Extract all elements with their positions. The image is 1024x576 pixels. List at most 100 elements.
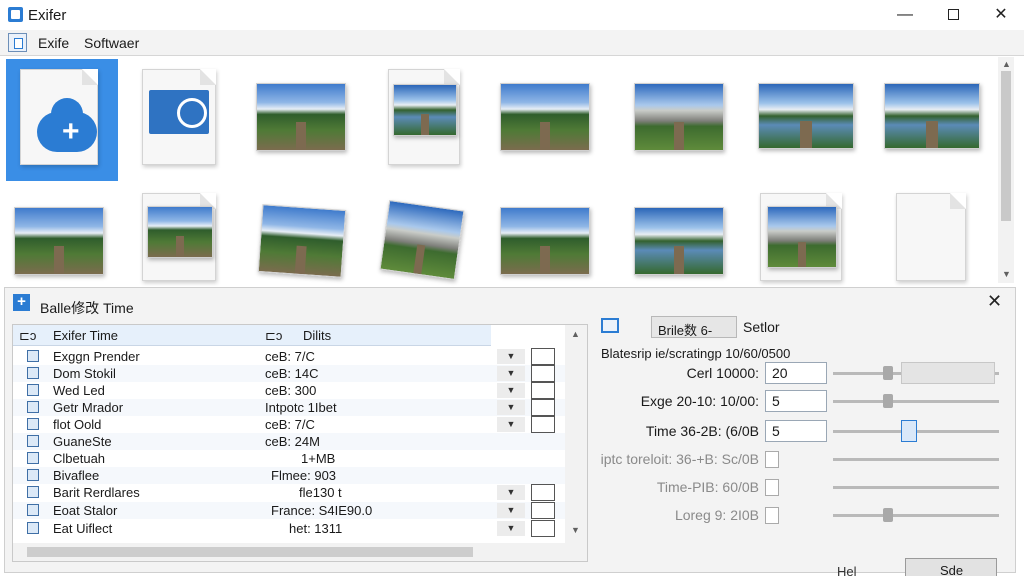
photo-thumbnail[interactable] <box>379 200 465 280</box>
scroll-up-icon[interactable]: ▲ <box>571 329 580 339</box>
photo-thumbnail[interactable] <box>760 193 842 281</box>
photo-thumbnail[interactable] <box>142 193 216 281</box>
row-checkbox[interactable] <box>531 520 555 537</box>
row-checkbox[interactable] <box>531 399 555 416</box>
maximize-button[interactable] <box>930 0 976 30</box>
photo-thumbnail[interactable] <box>634 207 724 275</box>
slider-track[interactable] <box>833 486 999 489</box>
table-scrollbar[interactable]: ▲ ▼ <box>565 325 587 561</box>
row-name: Dom Stokil <box>53 366 116 381</box>
menu-exife[interactable]: Exife <box>38 35 69 51</box>
setting-input[interactable]: 5 <box>765 420 827 442</box>
slider-knob[interactable] <box>883 394 893 408</box>
row-name: Exggn Prender <box>53 349 140 364</box>
row-dropdown[interactable]: ▼ <box>497 383 525 398</box>
row-name: Wed Led <box>53 383 105 398</box>
row-name: Barit Rerdlares <box>53 485 140 500</box>
setting-row: Loreg 9: 2I0B <box>595 504 1005 526</box>
row-name: GuaneSte <box>53 434 112 449</box>
scrollbar-thumb[interactable] <box>1001 71 1011 221</box>
row-checkbox[interactable] <box>531 382 555 399</box>
scroll-up-icon[interactable]: ▲ <box>1002 59 1011 69</box>
file-icon <box>27 350 39 362</box>
table-row[interactable]: Getr Mrador Intpotc 1Ibet ▼ <box>13 399 565 416</box>
panel-title: Balle修改 Time <box>40 300 134 316</box>
photo-thumbnail[interactable] <box>884 83 980 149</box>
table-row[interactable]: Eoat Stalor France: S4IE90.0 ▼ <box>13 502 565 519</box>
row-value: ceB: 7/C <box>265 417 315 432</box>
slider-track[interactable] <box>833 400 999 403</box>
setting-dropdown[interactable] <box>901 362 995 384</box>
row-value: fle130 t <box>299 485 342 500</box>
table-row[interactable]: Bivaflee Flmee: 903 <box>13 467 565 484</box>
photo-thumbnail[interactable] <box>256 83 346 151</box>
column-header-details[interactable]: Dilits <box>303 328 331 343</box>
photo-thumbnail[interactable] <box>388 69 460 165</box>
row-checkbox[interactable] <box>531 348 555 365</box>
row-dropdown[interactable]: ▼ <box>497 417 525 432</box>
setting-label: iptc toreloit: 36-+B: Sc/0B <box>600 451 759 467</box>
blank-document-thumbnail[interactable] <box>896 193 966 281</box>
photo-thumbnail[interactable] <box>500 207 590 275</box>
document-thumbnail[interactable] <box>142 69 216 165</box>
slider-knob[interactable] <box>901 420 917 442</box>
row-dropdown[interactable]: ▼ <box>497 485 525 500</box>
row-checkbox[interactable] <box>531 416 555 433</box>
scrollbar-thumb[interactable] <box>27 547 473 557</box>
table-row[interactable]: GuaneSte ceB: 24M <box>13 433 565 450</box>
app-menu-icon[interactable] <box>8 33 27 52</box>
row-name: Bivaflee <box>53 468 100 483</box>
slider-knob[interactable] <box>883 366 893 380</box>
save-button[interactable]: Sde <box>905 558 997 576</box>
table-row[interactable]: Clbetuah 1+MB <box>13 450 565 467</box>
photo-thumbnail[interactable] <box>500 83 590 151</box>
table-row[interactable]: Eat Uiflect het: 1311 ▼ <box>13 520 565 537</box>
row-dropdown[interactable]: ▼ <box>497 400 525 415</box>
setting-input[interactable] <box>765 507 779 524</box>
document-card-icon <box>149 90 209 134</box>
row-dropdown[interactable]: ▼ <box>497 349 525 364</box>
photo-thumbnail[interactable] <box>14 207 104 275</box>
slider-track[interactable] <box>833 458 999 461</box>
photo-thumbnail[interactable] <box>257 204 347 278</box>
row-checkbox[interactable] <box>531 502 555 519</box>
table-row[interactable]: Dom Stokil ceB: 14C ▼ <box>13 365 565 382</box>
row-dropdown[interactable]: ▼ <box>497 521 525 536</box>
help-button[interactable]: Hel <box>837 564 857 576</box>
row-checkbox[interactable] <box>531 484 555 501</box>
table-row[interactable]: Exggn Prender ceB: 7/C ▼ <box>13 348 565 365</box>
photo-thumbnail[interactable] <box>634 83 724 151</box>
scroll-down-icon[interactable]: ▼ <box>571 525 580 535</box>
menu-software[interactable]: Softwaer <box>84 35 139 51</box>
row-checkbox[interactable] <box>531 365 555 382</box>
slider-knob[interactable] <box>883 508 893 522</box>
table-hscrollbar[interactable] <box>13 543 565 561</box>
setting-input[interactable] <box>765 451 779 468</box>
setting-input[interactable]: 20 <box>765 362 827 384</box>
table-row[interactable]: Wed Led ceB: 300 ▼ <box>13 382 565 399</box>
close-window-button[interactable]: ✕ <box>978 0 1024 30</box>
panel-close-button[interactable]: ✕ <box>987 291 1002 312</box>
tag-icon <box>27 435 39 447</box>
setting-input[interactable]: 5 <box>765 390 827 412</box>
sort-icon[interactable]: ⊏ↄ <box>265 328 282 344</box>
setting-input[interactable] <box>765 479 779 496</box>
row-value: ceB: 7/C <box>265 349 315 364</box>
row-dropdown[interactable]: ▼ <box>497 503 525 518</box>
table-row[interactable]: flot Oold ceB: 7/C ▼ <box>13 416 565 433</box>
table-row[interactable]: Barit Rerdlares fle130 t ▼ <box>13 484 565 501</box>
settings-dropdown[interactable]: Brile数 6- <box>651 316 737 338</box>
exif-table: ⊏ↄ Exifer Time ⊏ↄ Dilits Exggn Prender ce… <box>12 324 588 562</box>
column-header-time[interactable]: Exifer Time <box>53 328 118 343</box>
row-value: ceB: 24M <box>265 434 320 449</box>
minimize-button[interactable]: — <box>882 0 928 30</box>
setting-row: Cerl 10000: 20 <box>595 362 1005 384</box>
row-dropdown[interactable]: ▼ <box>497 366 525 381</box>
settings-tab[interactable]: Setlor <box>743 319 780 335</box>
scroll-down-icon[interactable]: ▼ <box>1002 269 1011 279</box>
thumbnail-selected[interactable]: + <box>6 59 118 181</box>
grid-scrollbar[interactable]: ▲ ▼ <box>998 57 1014 283</box>
photo-thumbnail[interactable] <box>758 83 854 149</box>
sort-icon[interactable]: ⊏ↄ <box>19 328 36 344</box>
slider-track[interactable] <box>833 514 999 517</box>
